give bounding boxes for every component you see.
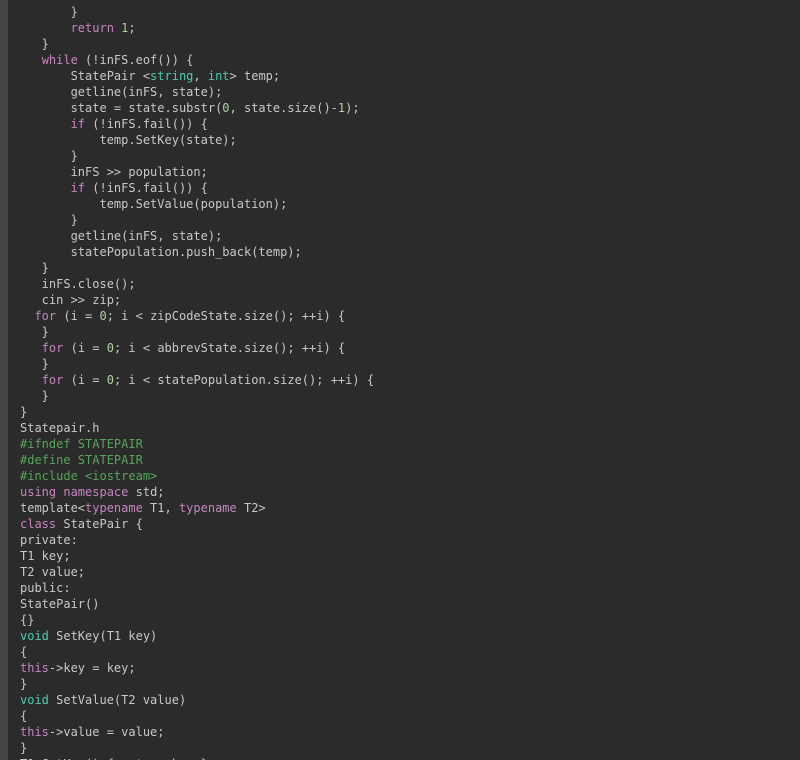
code-editor[interactable]: } return 1; } while (!inFS.eof()) { Stat…	[8, 0, 800, 760]
code-line[interactable]: }	[20, 5, 78, 19]
code-line[interactable]: {	[20, 645, 27, 659]
code-line[interactable]: void SetValue(T2 value)	[20, 693, 186, 707]
code-line[interactable]: for (i = 0; i < abbrevState.size(); ++i)…	[20, 341, 345, 355]
code-line[interactable]: }	[20, 357, 49, 371]
code-line[interactable]: if (!inFS.fail()) {	[20, 117, 208, 131]
code-line[interactable]: getline(inFS, state);	[20, 229, 222, 243]
code-line[interactable]: using namespace std;	[20, 485, 165, 499]
code-line[interactable]: StatePair()	[20, 597, 99, 611]
code-line[interactable]: }	[20, 149, 78, 163]
code-line[interactable]: #include <iostream>	[20, 469, 157, 483]
code-line[interactable]: T1 key;	[20, 549, 71, 563]
code-line[interactable]: public:	[20, 581, 71, 595]
code-line[interactable]: void SetKey(T1 key)	[20, 629, 157, 643]
code-line[interactable]: class StatePair {	[20, 517, 143, 531]
code-line[interactable]: }	[20, 389, 49, 403]
code-line[interactable]: this->value = value;	[20, 725, 165, 739]
code-line[interactable]: #ifndef STATEPAIR	[20, 437, 143, 451]
code-line[interactable]: {	[20, 709, 27, 723]
code-line[interactable]: T2 value;	[20, 565, 85, 579]
editor-gutter	[0, 0, 8, 760]
code-line[interactable]: }	[20, 405, 27, 419]
code-line[interactable]: Statepair.h	[20, 421, 99, 435]
code-line[interactable]: for (i = 0; i < statePopulation.size(); …	[20, 373, 374, 387]
code-line[interactable]: temp.SetKey(state);	[20, 133, 237, 147]
code-line[interactable]: StatePair <string, int> temp;	[20, 69, 280, 83]
code-line[interactable]: if (!inFS.fail()) {	[20, 181, 208, 195]
code-line[interactable]: return 1;	[20, 21, 136, 35]
code-line[interactable]: #define STATEPAIR	[20, 453, 143, 467]
code-line[interactable]: this->key = key;	[20, 661, 136, 675]
code-line[interactable]: }	[20, 37, 49, 51]
code-line[interactable]: getline(inFS, state);	[20, 85, 222, 99]
code-line[interactable]: }	[20, 677, 27, 691]
code-line[interactable]: }	[20, 325, 49, 339]
code-line[interactable]: inFS >> population;	[20, 165, 208, 179]
code-line[interactable]: while (!inFS.eof()) {	[20, 53, 193, 67]
code-line[interactable]: statePopulation.push_back(temp);	[20, 245, 302, 259]
code-line[interactable]: {}	[20, 613, 34, 627]
code-line[interactable]: temp.SetValue(population);	[20, 197, 287, 211]
code-line[interactable]: private:	[20, 533, 78, 547]
code-line[interactable]: for (i = 0; i < zipCodeState.size(); ++i…	[20, 309, 345, 323]
code-line[interactable]: template<typename T1, typename T2>	[20, 501, 266, 515]
code-line[interactable]: }	[20, 213, 78, 227]
code-line[interactable]: state = state.substr(0, state.size()-1);	[20, 101, 360, 115]
code-line[interactable]: cin >> zip;	[20, 293, 121, 307]
code-line[interactable]: inFS.close();	[20, 277, 136, 291]
code-line[interactable]: }	[20, 741, 27, 755]
code-line[interactable]: }	[20, 261, 49, 275]
